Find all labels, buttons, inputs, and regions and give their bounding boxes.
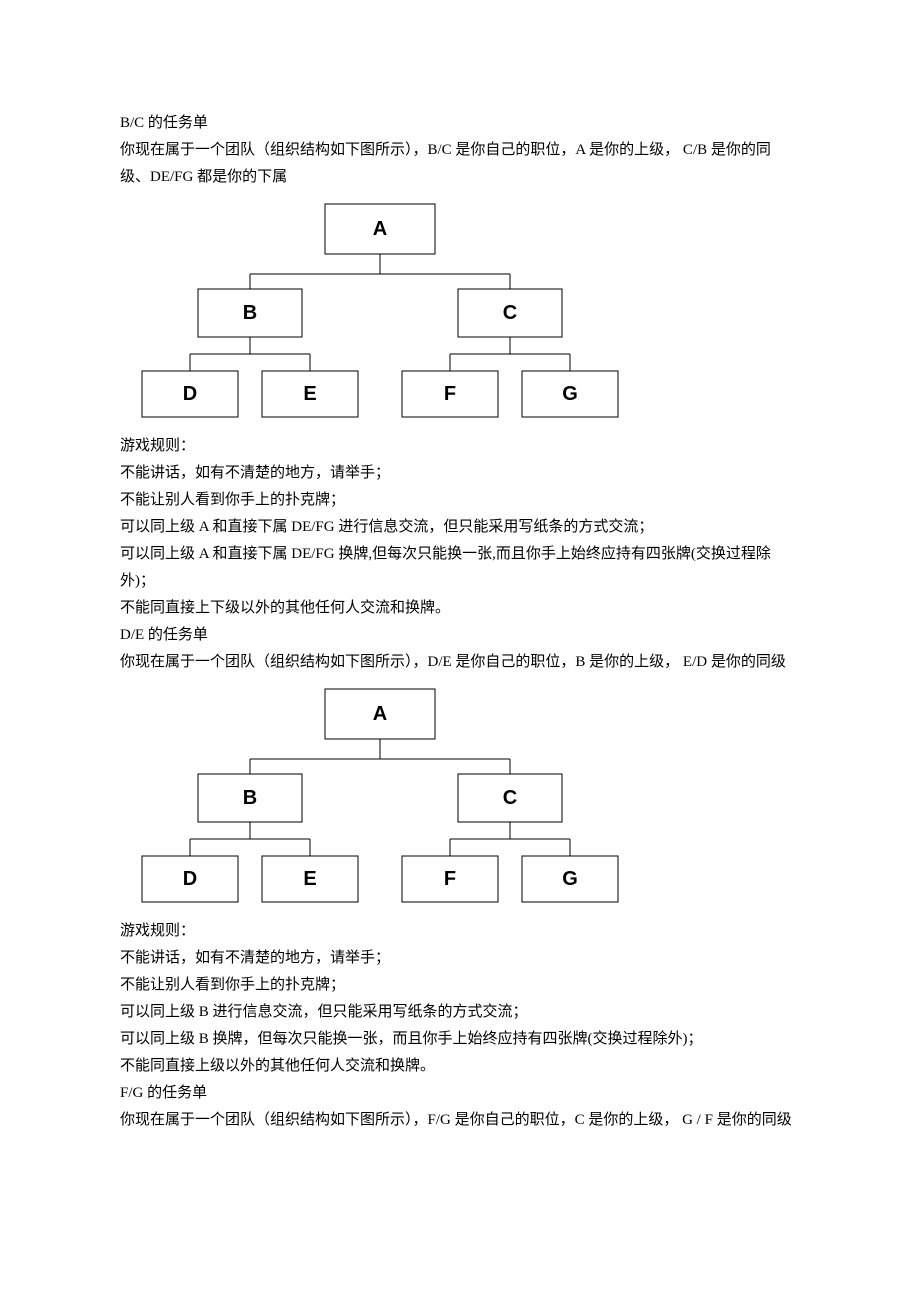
section1-rules-heading: 游戏规则： bbox=[120, 433, 800, 460]
section2-title: D/E 的任务单 bbox=[120, 622, 800, 649]
node-g-label: G bbox=[562, 868, 578, 890]
section1-rule: 不能让别人看到你手上的扑克牌； bbox=[120, 487, 800, 514]
section2-rule: 不能让别人看到你手上的扑克牌； bbox=[120, 972, 800, 999]
node-a-label: A bbox=[373, 218, 387, 240]
section1-rule: 不能讲话，如有不清楚的地方，请举手； bbox=[120, 460, 800, 487]
section2-rule: 不能同直接上级以外的其他任何人交流和换牌。 bbox=[120, 1053, 800, 1080]
node-e-label: E bbox=[303, 868, 316, 890]
node-a-label: A bbox=[373, 703, 387, 725]
node-d-label: D bbox=[183, 383, 197, 405]
node-f-label: F bbox=[444, 383, 456, 405]
org-chart-svg-2: A B C D E F G bbox=[120, 684, 640, 914]
node-f-label: F bbox=[444, 868, 456, 890]
node-c-label: C bbox=[503, 302, 517, 324]
section2-rule: 可以同上级 B 换牌，但每次只能换一张，而且你手上始终应持有四张牌(交换过程除外… bbox=[120, 1026, 800, 1053]
section1-intro: 你现在属于一个团队（组织结构如下图所示），B/C 是你自己的职位，A 是你的上级… bbox=[120, 137, 800, 191]
org-chart-1: A B C D E F G bbox=[120, 199, 800, 429]
node-c-label: C bbox=[503, 787, 517, 809]
section2-intro: 你现在属于一个团队（组织结构如下图所示），D/E 是你自己的职位，B 是你的上级… bbox=[120, 649, 800, 676]
section1-rule: 不能同直接上下级以外的其他任何人交流和换牌。 bbox=[120, 595, 800, 622]
node-b-label: B bbox=[243, 302, 257, 324]
node-b-label: B bbox=[243, 787, 257, 809]
node-d-label: D bbox=[183, 868, 197, 890]
org-chart-2: A B C D E F G bbox=[120, 684, 800, 914]
section3-intro: 你现在属于一个团队（组织结构如下图所示），F/G 是你自己的职位，C 是你的上级… bbox=[120, 1107, 800, 1134]
section3-title: F/G 的任务单 bbox=[120, 1080, 800, 1107]
org-chart-svg-1: A B C D E F G bbox=[120, 199, 640, 429]
section2-rule: 可以同上级 B 进行信息交流，但只能采用写纸条的方式交流； bbox=[120, 999, 800, 1026]
section2-rule: 不能讲话，如有不清楚的地方，请举手； bbox=[120, 945, 800, 972]
section1-rule: 可以同上级 A 和直接下属 DE/FG 进行信息交流，但只能采用写纸条的方式交流… bbox=[120, 514, 800, 541]
section2-rules-heading: 游戏规则： bbox=[120, 918, 800, 945]
node-g-label: G bbox=[562, 383, 578, 405]
node-e-label: E bbox=[303, 383, 316, 405]
section1-rule: 可以同上级 A 和直接下属 DE/FG 换牌,但每次只能换一张,而且你手上始终应… bbox=[120, 541, 800, 595]
section1-title: B/C 的任务单 bbox=[120, 110, 800, 137]
